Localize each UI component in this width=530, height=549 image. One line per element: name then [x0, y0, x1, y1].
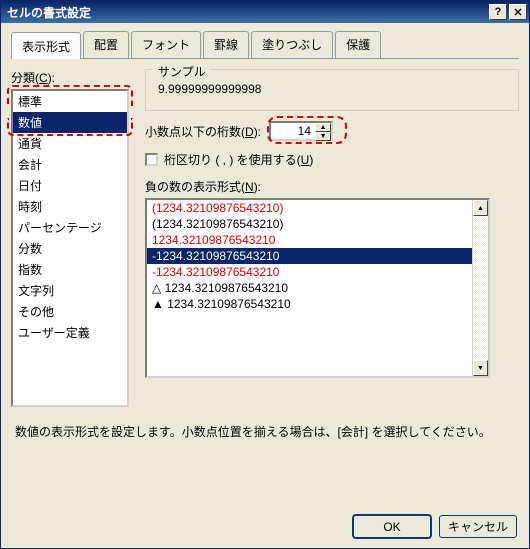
list-item[interactable]: 時刻	[13, 196, 127, 217]
sample-label: サンプル	[154, 63, 210, 80]
sample-value: 9.99999999999998	[156, 78, 508, 100]
list-item[interactable]: 日付	[13, 175, 127, 196]
scroll-track[interactable]	[473, 216, 488, 360]
decimals-label: 小数点以下の桁数(D):	[145, 123, 261, 140]
category-listbox[interactable]: 標準 数値 通貨 会計 日付 時刻 パーセンテージ 分数 指数 文字列 その他 …	[11, 89, 129, 407]
list-item[interactable]: 文字列	[13, 280, 127, 301]
list-item[interactable]: 1234.32109876543210	[147, 232, 488, 248]
tab-strip: 表示形式 配置 フォント 罫線 塗りつぶし 保護	[11, 31, 519, 59]
tab-fill[interactable]: 塗りつぶし	[251, 31, 333, 58]
list-item[interactable]: -1234.32109876543210	[147, 248, 488, 264]
scroll-down-icon[interactable]: ▼	[473, 360, 488, 376]
spinner-down-icon[interactable]: ▼	[315, 132, 331, 141]
spinner-up-icon[interactable]: ▲	[315, 123, 331, 132]
titlebar: セルの書式設定 ? ✕	[1, 1, 529, 23]
close-button[interactable]: ✕	[509, 4, 527, 20]
list-item[interactable]: -1234.32109876543210	[147, 264, 488, 280]
tab-border[interactable]: 罫線	[203, 31, 249, 58]
decimals-input[interactable]	[271, 123, 315, 139]
tab-alignment[interactable]: 配置	[83, 31, 129, 58]
negative-label: 負の数の表示形式(N):	[145, 178, 519, 195]
cancel-button[interactable]: キャンセル	[439, 515, 517, 538]
list-item[interactable]: 指数	[13, 259, 127, 280]
list-item[interactable]: その他	[13, 301, 127, 322]
list-item[interactable]: (1234.32109876543210)	[147, 200, 488, 216]
tab-protection[interactable]: 保護	[335, 31, 381, 58]
list-item[interactable]: ▲ 1234.32109876543210	[147, 296, 488, 312]
tab-font[interactable]: フォント	[131, 31, 201, 58]
checkbox-icon[interactable]	[145, 153, 158, 166]
negative-listbox[interactable]: (1234.32109876543210) (1234.321098765432…	[145, 198, 490, 378]
sample-group: サンプル 9.99999999999998	[145, 69, 519, 111]
tab-number-format[interactable]: 表示形式	[11, 32, 81, 59]
description-text: 数値の表示形式を設定します。小数点位置を揃える場合は、[会計] を選択してくださ…	[11, 423, 519, 440]
thousands-checkbox-row[interactable]: 桁区切り ( , ) を使用する(U)	[145, 151, 519, 168]
help-button[interactable]: ?	[489, 4, 507, 20]
list-item[interactable]: △ 1234.32109876543210	[147, 280, 488, 296]
list-item[interactable]: 会計	[13, 154, 127, 175]
list-item[interactable]: 数値	[13, 112, 127, 133]
category-label: 分類(C):	[11, 69, 131, 86]
list-item[interactable]: (1234.32109876543210)	[147, 216, 488, 232]
decimals-spinner[interactable]: ▲ ▼	[269, 121, 333, 141]
ok-button[interactable]: OK	[353, 515, 431, 538]
list-item[interactable]: 通貨	[13, 133, 127, 154]
thousands-label: 桁区切り ( , ) を使用する(U)	[164, 151, 313, 168]
window-title: セルの書式設定	[7, 4, 487, 21]
list-item[interactable]: 分数	[13, 238, 127, 259]
scrollbar[interactable]: ▲ ▼	[472, 200, 488, 376]
list-item[interactable]: パーセンテージ	[13, 217, 127, 238]
list-item[interactable]: ユーザー定義	[13, 322, 127, 343]
list-item[interactable]: 標準	[13, 91, 127, 112]
scroll-up-icon[interactable]: ▲	[473, 200, 488, 216]
